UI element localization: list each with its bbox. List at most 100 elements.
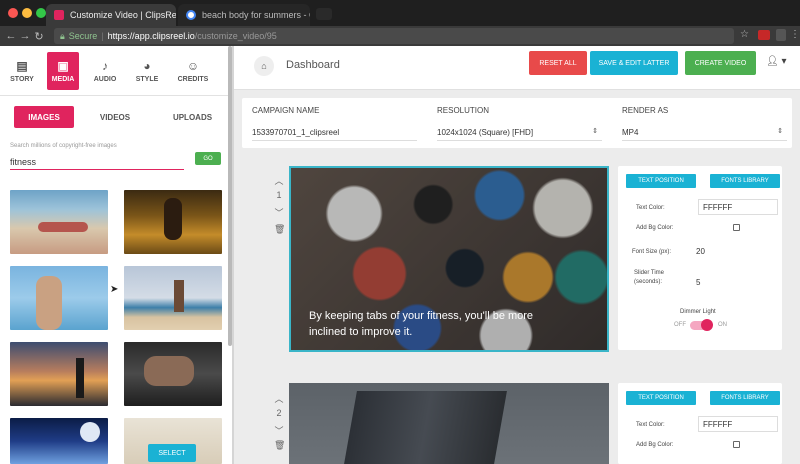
extension-icon[interactable]: [776, 29, 786, 41]
save-edit-later-button[interactable]: SAVE & EDIT LATTER: [590, 51, 678, 75]
slider-time-label: Slider Time (seconds):: [634, 270, 665, 285]
toggle-on-label: ON: [718, 322, 727, 328]
building-shape: [341, 391, 507, 464]
tab-media[interactable]: ▣ MEDIA: [47, 52, 79, 90]
search-hint: Search millions of copyright-free images: [10, 143, 117, 149]
move-up-icon[interactable]: ︿: [274, 174, 284, 187]
thumbnail-figure: [36, 276, 62, 330]
add-bg-color-checkbox[interactable]: [733, 441, 740, 448]
move-down-icon[interactable]: ﹀: [274, 206, 284, 219]
image-thumbnail[interactable]: [10, 342, 108, 406]
editor-main: ⌂ Dashboard RESET ALL SAVE & EDIT LATTER…: [234, 46, 800, 464]
font-size-value[interactable]: 20: [696, 247, 705, 256]
image-thumbnail[interactable]: [10, 266, 108, 330]
trash-icon[interactable]: 🗑︎: [274, 224, 285, 235]
slide-2-preview[interactable]: [289, 383, 609, 464]
slide-caption[interactable]: By keeping tabs of your fitness, you'll …: [309, 308, 569, 340]
trash-icon[interactable]: 🗑︎: [274, 440, 285, 451]
fonts-library-button[interactable]: FONTS LIBRARY: [710, 174, 780, 188]
toggle-knob: [701, 319, 713, 331]
add-bg-color-checkbox[interactable]: [733, 224, 740, 231]
people-icon: ☺: [186, 59, 200, 73]
resolution-select[interactable]: 1024x1024 (Square) [FHD] ⇕: [437, 128, 602, 141]
subtab-videos[interactable]: VIDEOS: [90, 106, 140, 128]
user-menu-icon[interactable]: 👤︎ ▾: [766, 56, 787, 67]
reload-icon[interactable]: ↻: [32, 30, 46, 43]
subtab-uploads[interactable]: UPLOADS: [165, 106, 220, 128]
music-note-icon: ♪: [102, 59, 108, 73]
extension-icon[interactable]: [758, 30, 770, 40]
back-arrow-icon[interactable]: ←: [4, 30, 18, 42]
tab-style[interactable]: ◕ STYLE: [131, 52, 163, 90]
url-field[interactable]: 🔒︎ Secure | https://app.clipsreel.io /cu…: [54, 28, 734, 44]
select-caret-icon: ⇕: [592, 128, 598, 135]
dimmer-light-toggle[interactable]: [690, 319, 713, 331]
campaign-settings: CAMPAIGN NAME 1533970701_1_clipsreel RES…: [242, 98, 792, 148]
thumbnail-figure: [144, 356, 194, 386]
text-color-field[interactable]: FFFFFF: [698, 416, 778, 432]
tab-credits[interactable]: ☺ CREDITS: [177, 52, 209, 90]
images-icon: ▣: [57, 59, 69, 73]
render-as-select[interactable]: MP4 ⇕: [622, 128, 787, 141]
maximize-window-icon[interactable]: [36, 8, 46, 18]
media-search-input[interactable]: [10, 154, 184, 170]
home-icon[interactable]: ⌂: [254, 56, 274, 76]
browser-tab-google[interactable]: beach body for summers - Go ×: [178, 4, 310, 26]
image-thumbnail[interactable]: [10, 190, 108, 254]
text-color-label: Text Color:: [636, 422, 665, 428]
browser-tab-bar: Customize Video | ClipsReel × beach body…: [0, 0, 800, 26]
slide-2-settings: TEXT POSITION FONTS LIBRARY Text Color: …: [618, 383, 782, 464]
tab-title: Customize Video | ClipsReel: [70, 10, 176, 20]
campaign-name-field[interactable]: 1533970701_1_clipsreel: [252, 128, 417, 141]
slide-1-settings: TEXT POSITION FONTS LIBRARY Text Color: …: [618, 166, 782, 350]
thumbnail-figure: [174, 280, 184, 312]
select-caret-icon: ⇕: [777, 128, 783, 135]
tab-label: STYLE: [135, 76, 159, 83]
tab-label: CREDITS: [177, 76, 209, 83]
mouse-cursor-icon: ➤: [110, 284, 119, 295]
clipsreel-favicon-icon: [54, 10, 64, 20]
fonts-library-button[interactable]: FONTS LIBRARY: [710, 391, 780, 405]
image-thumbnail[interactable]: [10, 418, 108, 464]
image-thumbnail[interactable]: [124, 342, 222, 406]
move-up-icon[interactable]: ︿: [274, 392, 284, 405]
subtab-images[interactable]: IMAGES: [14, 106, 74, 128]
moon-shape: [80, 422, 100, 442]
tab-label: STORY: [10, 76, 34, 83]
tab-title: beach body for summers - Go: [202, 10, 310, 20]
resolution-value: 1024x1024 (Square) [FHD]: [437, 128, 534, 137]
close-window-icon[interactable]: [8, 8, 18, 18]
bookmark-star-icon[interactable]: ☆: [740, 29, 749, 40]
image-thumbnail[interactable]: [124, 266, 222, 330]
tab-story[interactable]: ▤ STORY: [6, 52, 38, 90]
palette-icon: ◕: [143, 59, 151, 73]
media-subtabs: IMAGES VIDEOS UPLOADS: [0, 106, 232, 130]
create-video-button[interactable]: CREATE VIDEO: [685, 51, 756, 75]
add-bg-color-label: Add Bg Color:: [636, 225, 674, 231]
text-position-button[interactable]: TEXT POSITION: [626, 391, 696, 405]
forward-arrow-icon[interactable]: →: [18, 30, 32, 42]
move-down-icon[interactable]: ﹀: [274, 424, 284, 437]
browser-tab-clipsreel[interactable]: Customize Video | ClipsReel ×: [46, 4, 176, 26]
minimize-window-icon[interactable]: [22, 8, 32, 18]
tab-audio[interactable]: ♪ AUDIO: [89, 52, 121, 90]
thumbnail-figure: [38, 222, 88, 232]
editor-nav-tabs: ▤ STORY ▣ MEDIA ♪ AUDIO ◕ STYLE ☺ CREDIT…: [0, 46, 232, 96]
browser-menu-icon[interactable]: ⋮: [790, 29, 800, 40]
image-thumbnail[interactable]: [124, 190, 222, 254]
lock-icon: 🔒︎: [60, 30, 65, 41]
clipsreel-app: ▤ STORY ▣ MEDIA ♪ AUDIO ◕ STYLE ☺ CREDIT…: [0, 46, 800, 464]
tab-label: AUDIO: [93, 76, 117, 83]
slider-time-value[interactable]: 5: [696, 278, 700, 287]
render-value: MP4: [622, 128, 639, 137]
url-separator: |: [101, 31, 104, 41]
go-button[interactable]: GO: [195, 152, 221, 165]
text-position-button[interactable]: TEXT POSITION: [626, 174, 696, 188]
new-tab-button[interactable]: [316, 8, 332, 20]
select-button[interactable]: SELECT: [148, 444, 196, 462]
add-bg-color-label: Add Bg Color:: [636, 442, 674, 448]
text-color-field[interactable]: FFFFFF: [698, 199, 778, 215]
slide-1-preview[interactable]: By keeping tabs of your fitness, you'll …: [289, 166, 609, 352]
font-size-label: Font Size (px):: [632, 249, 672, 255]
reset-all-button[interactable]: RESET ALL: [529, 51, 587, 75]
